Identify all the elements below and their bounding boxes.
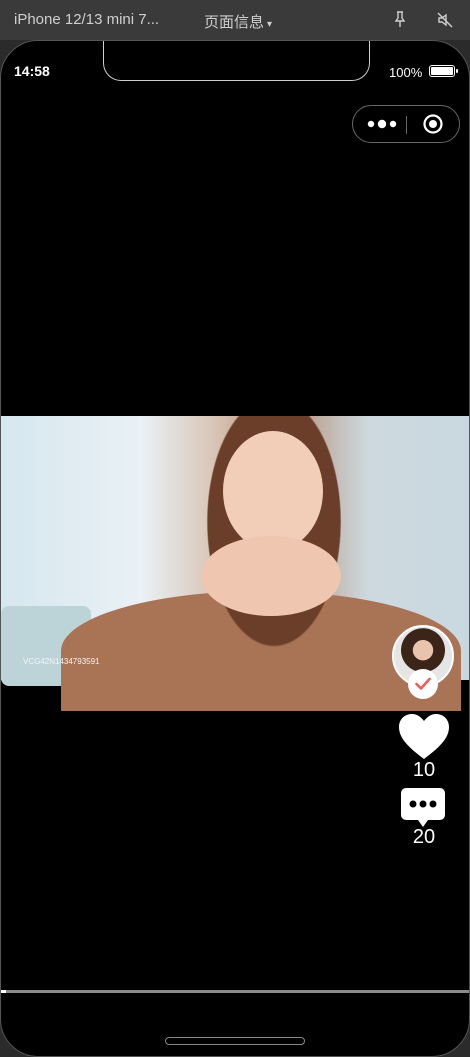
page-info-label: 页面信息 (204, 14, 265, 31)
status-time: 14:58 (14, 63, 50, 79)
target-circle-icon[interactable] (423, 114, 443, 134)
capsule-divider (406, 116, 407, 134)
video-watermark: VCG42N1434793591 (23, 657, 100, 666)
comment-count: 20 (412, 826, 436, 848)
video-face (223, 431, 323, 551)
battery-icon (429, 65, 458, 77)
device-selector[interactable]: iPhone 12/13 mini 7... (14, 11, 159, 28)
caret-down-icon: ▾ (267, 19, 273, 30)
devtools-toolbar: iPhone 12/13 mini 7... 页面信息 ▾ (0, 0, 470, 40)
battery-percent: 100% (389, 65, 423, 80)
battery-fill (431, 67, 453, 75)
check-icon (415, 677, 431, 690)
follow-badge[interactable] (408, 669, 438, 699)
video-heart-hands (201, 536, 341, 616)
phone-frame: 14:58 100% VCG42N1434793591 10 20 (0, 40, 470, 1057)
more-dots-icon[interactable] (367, 118, 397, 130)
home-indicator (165, 1037, 305, 1045)
pin-icon[interactable] (392, 10, 408, 28)
video-progress-bar[interactable] (1, 990, 469, 993)
page-info-menu[interactable]: 页面信息 ▾ (204, 11, 272, 32)
like-count: 10 (412, 759, 436, 781)
miniprogram-capsule (352, 105, 460, 143)
heart-icon[interactable] (398, 713, 450, 761)
notch (103, 41, 370, 81)
video-progress-fill (1, 990, 6, 993)
comment-bubble-icon[interactable] (400, 787, 446, 829)
mute-icon[interactable] (436, 11, 454, 29)
